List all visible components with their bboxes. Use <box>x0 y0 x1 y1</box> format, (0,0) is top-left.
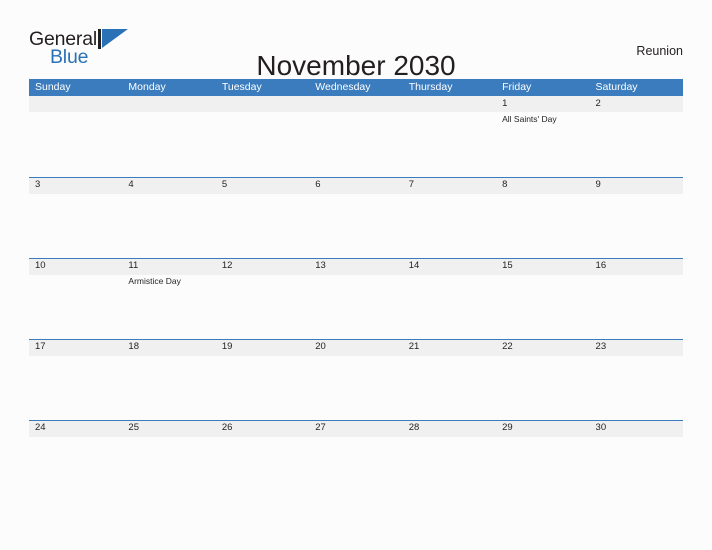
day-number: 26 <box>221 422 233 433</box>
day-cell[interactable] <box>29 96 122 177</box>
calendar-grid: Sunday Monday Tuesday Wednesday Thursday… <box>29 79 683 501</box>
day-number: 14 <box>408 260 420 271</box>
day-cell[interactable]: 7 <box>403 177 496 258</box>
weekday-header-sunday: Sunday <box>35 81 71 93</box>
day-cell[interactable]: 5 <box>216 177 309 258</box>
day-cell[interactable] <box>216 96 309 177</box>
day-cell[interactable]: 27 <box>309 420 402 501</box>
day-cell[interactable]: 20 <box>309 339 402 420</box>
day-number: 5 <box>221 179 228 190</box>
calendar-week-row: 3 4 5 6 7 8 9 <box>29 177 683 258</box>
day-cell[interactable]: 23 <box>590 339 683 420</box>
day-number: 15 <box>502 260 513 271</box>
day-number: 22 <box>502 341 513 352</box>
day-cell[interactable]: 11 Armistice Day <box>122 258 215 339</box>
day-cell[interactable]: 25 <box>122 420 215 501</box>
day-number: 25 <box>128 422 139 433</box>
day-cell[interactable]: 9 <box>590 177 683 258</box>
day-cell[interactable]: 16 <box>590 258 683 339</box>
day-number: 12 <box>221 260 233 271</box>
day-number: 19 <box>221 341 233 352</box>
day-number: 13 <box>315 260 326 271</box>
day-number: 2 <box>595 98 601 109</box>
day-cell[interactable] <box>122 96 215 177</box>
weekday-header-thursday: Thursday <box>408 81 453 93</box>
calendar-week-row: 17 18 19 20 21 22 23 <box>29 339 683 420</box>
day-number: 11 <box>128 260 139 271</box>
calendar-week-row: 1 All Saints' Day 2 <box>29 96 683 177</box>
day-number: 30 <box>595 422 607 433</box>
day-event: All Saints' Day <box>502 114 557 124</box>
day-number: 4 <box>128 179 134 190</box>
day-cell[interactable]: 1 All Saints' Day <box>496 96 589 177</box>
weekday-header-monday: Monday <box>128 81 166 93</box>
flag-triangle-icon <box>98 29 130 49</box>
day-cell[interactable]: 12 <box>216 258 309 339</box>
day-cell[interactable]: 21 <box>403 339 496 420</box>
region-label: Reunion <box>636 44 683 58</box>
day-number: 27 <box>315 422 326 433</box>
day-cell[interactable]: 17 <box>29 339 122 420</box>
day-cell[interactable]: 13 <box>309 258 402 339</box>
weekday-header-friday: Friday <box>502 81 532 93</box>
day-number: 10 <box>35 260 46 271</box>
day-number: 24 <box>35 422 46 433</box>
day-number: 3 <box>35 179 41 190</box>
day-number: 28 <box>408 422 420 433</box>
day-number: 23 <box>595 341 607 352</box>
page-header: General Blue November 2030 Reunion <box>0 0 712 81</box>
calendar-week-row: 24 25 26 27 28 29 30 <box>29 420 683 501</box>
day-number: 8 <box>502 179 508 190</box>
day-number: 9 <box>595 179 601 190</box>
day-cell[interactable] <box>309 96 402 177</box>
day-number: 20 <box>315 341 326 352</box>
day-cell[interactable]: 29 <box>496 420 589 501</box>
day-cell[interactable]: 8 <box>496 177 589 258</box>
day-number: 29 <box>502 422 513 433</box>
calendar-week-row: 10 11 Armistice Day 12 13 14 15 16 <box>29 258 683 339</box>
day-cell[interactable]: 3 <box>29 177 122 258</box>
weekday-header-tuesday: Tuesday <box>221 81 262 93</box>
day-number: 18 <box>128 341 139 352</box>
day-event: Armistice Day <box>128 276 181 286</box>
day-number: 16 <box>595 260 607 271</box>
day-cell[interactable]: 6 <box>309 177 402 258</box>
day-cell[interactable]: 26 <box>216 420 309 501</box>
day-cell[interactable]: 30 <box>590 420 683 501</box>
day-number: 1 <box>502 98 508 109</box>
day-number: 17 <box>35 341 46 352</box>
calendar-page: General Blue November 2030 Reunion Sunda… <box>0 0 712 550</box>
day-cell[interactable]: 14 <box>403 258 496 339</box>
day-cell[interactable]: 4 <box>122 177 215 258</box>
weekday-header-row: Sunday Monday Tuesday Wednesday Thursday… <box>29 79 683 96</box>
day-cell[interactable]: 24 <box>29 420 122 501</box>
day-cell[interactable]: 18 <box>122 339 215 420</box>
day-cell[interactable]: 22 <box>496 339 589 420</box>
day-number: 21 <box>408 341 420 352</box>
day-cell[interactable]: 28 <box>403 420 496 501</box>
page-title: November 2030 <box>256 49 456 81</box>
weekday-header-saturday: Saturday <box>595 81 638 93</box>
day-cell[interactable]: 15 <box>496 258 589 339</box>
weekday-header-wednesday: Wednesday <box>315 81 371 93</box>
day-cell[interactable]: 2 <box>590 96 683 177</box>
day-cell[interactable] <box>403 96 496 177</box>
day-number: 6 <box>315 179 321 190</box>
day-cell[interactable]: 19 <box>216 339 309 420</box>
day-cell[interactable]: 10 <box>29 258 122 339</box>
day-number: 7 <box>408 179 414 190</box>
